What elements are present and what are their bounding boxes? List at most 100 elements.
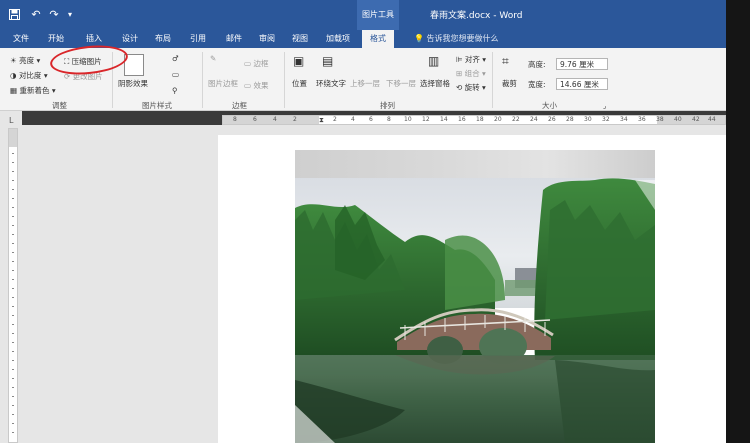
undo-icon[interactable]: ↶ (30, 9, 42, 21)
rotate-label: 旋转 (464, 83, 480, 92)
tab-home[interactable]: 开始 (48, 33, 64, 44)
brightness-button[interactable]: ☀ 亮度 ▾ (10, 55, 40, 66)
ruler-margin-left (223, 116, 319, 124)
ruler-number: 38 (656, 116, 664, 123)
selection-pane-button[interactable]: 选择窗格 (420, 78, 450, 89)
tab-addins[interactable]: 加载项 (326, 33, 350, 44)
picture-effect-label[interactable]: 阴影效果 (118, 78, 148, 89)
style-option-icon-3[interactable]: ⚲ (172, 86, 178, 95)
brightness-label: 亮度 (19, 56, 35, 65)
selection-pane-icon[interactable]: ▥ (428, 54, 439, 68)
selected-picture[interactable] (295, 150, 655, 443)
style-option-icon[interactable]: ♂ (172, 54, 179, 63)
save-icon[interactable] (8, 9, 20, 21)
ruler-number: 42 (692, 116, 700, 123)
crop-icon[interactable]: ⌗ (502, 54, 509, 69)
ruler-number: 8 (233, 116, 237, 123)
ruler-number: 36 (638, 116, 646, 123)
ruler-number: 32 (602, 116, 610, 123)
border-label: 边框 (253, 59, 269, 68)
ruler-number: 4 (351, 116, 355, 123)
ruler-number: 2 (293, 116, 297, 123)
group-label-arrange: 排列 (380, 101, 395, 110)
bring-forward-button[interactable]: 上移一层 (350, 78, 380, 89)
qat-dropdown-icon[interactable]: ▾ (64, 9, 76, 21)
tab-mailings[interactable]: 邮件 (226, 33, 242, 44)
width-label: 宽度: (528, 80, 546, 89)
style-option-icon-2[interactable]: ▭ (172, 70, 179, 79)
title-bar: ↶ ↷ ▾ 图片工具 春雨文案.docx - Word (0, 0, 726, 30)
contrast-label: 对比度 (18, 71, 42, 80)
position-icon[interactable]: ▣ (293, 54, 304, 68)
landscape-photo (295, 178, 655, 443)
position-button[interactable]: 位置 (292, 78, 307, 89)
ruler-number: 22 (512, 116, 520, 123)
picture-border-label[interactable]: 图片边框 (208, 78, 238, 89)
rotate-button[interactable]: ⟲ 旋转 ▾ (456, 82, 486, 93)
ruler-number: 28 (566, 116, 574, 123)
tab-format[interactable]: 格式 (362, 30, 394, 48)
border-button[interactable]: ▭ 边框 (244, 58, 268, 69)
height-value: 9.76 厘米 (560, 60, 595, 69)
width-field[interactable]: 14.66 厘米 (556, 78, 608, 90)
tell-me-text: 告诉我您想要做什么 (426, 34, 499, 43)
vertical-ruler[interactable] (8, 128, 18, 443)
width-value: 14.66 厘米 (560, 80, 599, 89)
tab-view[interactable]: 视图 (292, 33, 308, 44)
context-tab-header: 图片工具 (357, 0, 399, 30)
wrap-text-button[interactable]: 环绕文字 (316, 78, 346, 89)
indent-marker-icon[interactable]: ⧗ (319, 116, 324, 125)
tab-references[interactable]: 引用 (190, 33, 206, 44)
vruler-margin-top (9, 129, 17, 147)
crop-button[interactable]: 裁剪 (502, 78, 517, 89)
group-objects-button[interactable]: ⊞ 组合 ▾ (456, 68, 486, 79)
height-label: 高度: (528, 60, 546, 69)
height-field[interactable]: 9.76 厘米 (556, 58, 608, 70)
vruler-ticks (12, 153, 14, 433)
ruler-number: 34 (620, 116, 628, 123)
ruler-number: 14 (440, 116, 448, 123)
group-label-adjust: 调整 (52, 101, 67, 110)
wrap-text-icon[interactable]: ▤ (322, 54, 333, 68)
group-label-picture-styles: 图片样式 (142, 101, 172, 110)
ruler-number: 40 (674, 116, 682, 123)
group-objects-label: 组合 (464, 69, 480, 78)
tab-file[interactable]: 文件 (13, 33, 29, 44)
group-label-size: 大小 (542, 101, 557, 110)
ruler-number: 44 (708, 116, 716, 123)
word-window: ↶ ↷ ▾ 图片工具 春雨文案.docx - Word 文件 开始 插入 设计 … (0, 0, 750, 443)
effect-button[interactable]: ▭ 效果 (244, 80, 268, 91)
group-label-border: 边框 (232, 101, 247, 110)
tab-insert[interactable]: 插入 (86, 33, 102, 44)
lightbulb-icon: 💡 (414, 34, 427, 43)
tab-layout[interactable]: 布局 (155, 33, 171, 44)
contrast-button[interactable]: ◑ 对比度 ▾ (10, 70, 48, 81)
ruler-number: 24 (530, 116, 538, 123)
send-backward-button[interactable]: 下移一层 (386, 78, 416, 89)
tab-selector-icon[interactable]: L (9, 116, 13, 125)
ruler-number: 16 (458, 116, 466, 123)
tell-me-search[interactable]: 💡 告诉我您想要做什么 (414, 33, 499, 44)
align-label: 对齐 (464, 55, 480, 64)
ruler-number: 8 (387, 116, 391, 123)
ruler-number: 4 (273, 116, 277, 123)
redo-icon[interactable]: ↷ (48, 9, 60, 21)
window-right-border (726, 0, 750, 443)
recolor-label: 重新着色 (19, 86, 50, 95)
recolor-button[interactable]: ▦ 重新着色 ▾ (10, 85, 56, 96)
ruler-number: 6 (369, 116, 373, 123)
ruler-number: 12 (422, 116, 430, 123)
tab-review[interactable]: 审阅 (259, 33, 275, 44)
border-icon[interactable]: ✎ (210, 54, 216, 63)
ruler-number: 6 (253, 116, 257, 123)
group-separator (492, 52, 493, 108)
size-dialog-launcher-icon[interactable]: ⌟ (603, 102, 606, 110)
tab-design[interactable]: 设计 (122, 33, 138, 44)
ruler-number: 2 (333, 116, 337, 123)
effect-label: 效果 (253, 81, 269, 90)
document-title: 春雨文案.docx - Word (430, 11, 523, 21)
group-separator (284, 52, 285, 108)
horizontal-ruler[interactable]: 8 6 4 2 ⧗ 2 4 6 8 10 12 14 16 18 20 22 2… (222, 115, 726, 125)
ruler-number: 18 (476, 116, 484, 123)
align-button[interactable]: ⊫ 对齐 ▾ (456, 54, 486, 65)
